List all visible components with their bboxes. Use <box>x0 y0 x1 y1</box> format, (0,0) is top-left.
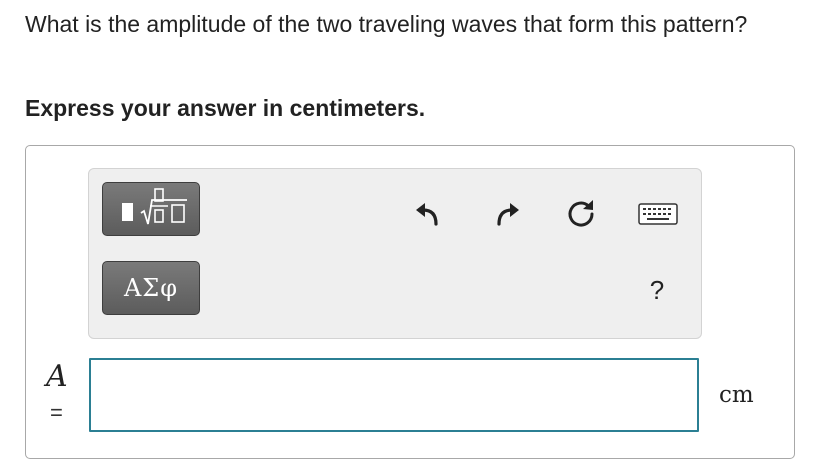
redo-icon[interactable] <box>489 196 525 232</box>
greek-symbols-label: ΑΣφ <box>123 274 179 302</box>
equals-sign: = <box>50 400 63 425</box>
unit-label: cm <box>719 382 754 408</box>
math-toolbar: ΑΣφ ? <box>88 168 702 339</box>
answer-instruction: Express your answer in centimeters. <box>25 95 426 121</box>
greek-symbols-button[interactable]: ΑΣφ <box>102 261 200 315</box>
reset-icon[interactable] <box>563 196 599 232</box>
templates-button[interactable] <box>102 182 200 236</box>
answer-input[interactable] <box>89 358 699 432</box>
help-button[interactable]: ? <box>642 272 672 308</box>
answer-variable-label: A <box>46 359 68 394</box>
fraction-sqrt-template-icon <box>122 188 187 225</box>
keyboard-icon[interactable] <box>636 196 680 232</box>
undo-icon[interactable] <box>410 196 446 232</box>
answer-panel: ΑΣφ ? A = cm <box>25 145 795 459</box>
question-text: What is the amplitude of the two traveli… <box>25 11 748 37</box>
